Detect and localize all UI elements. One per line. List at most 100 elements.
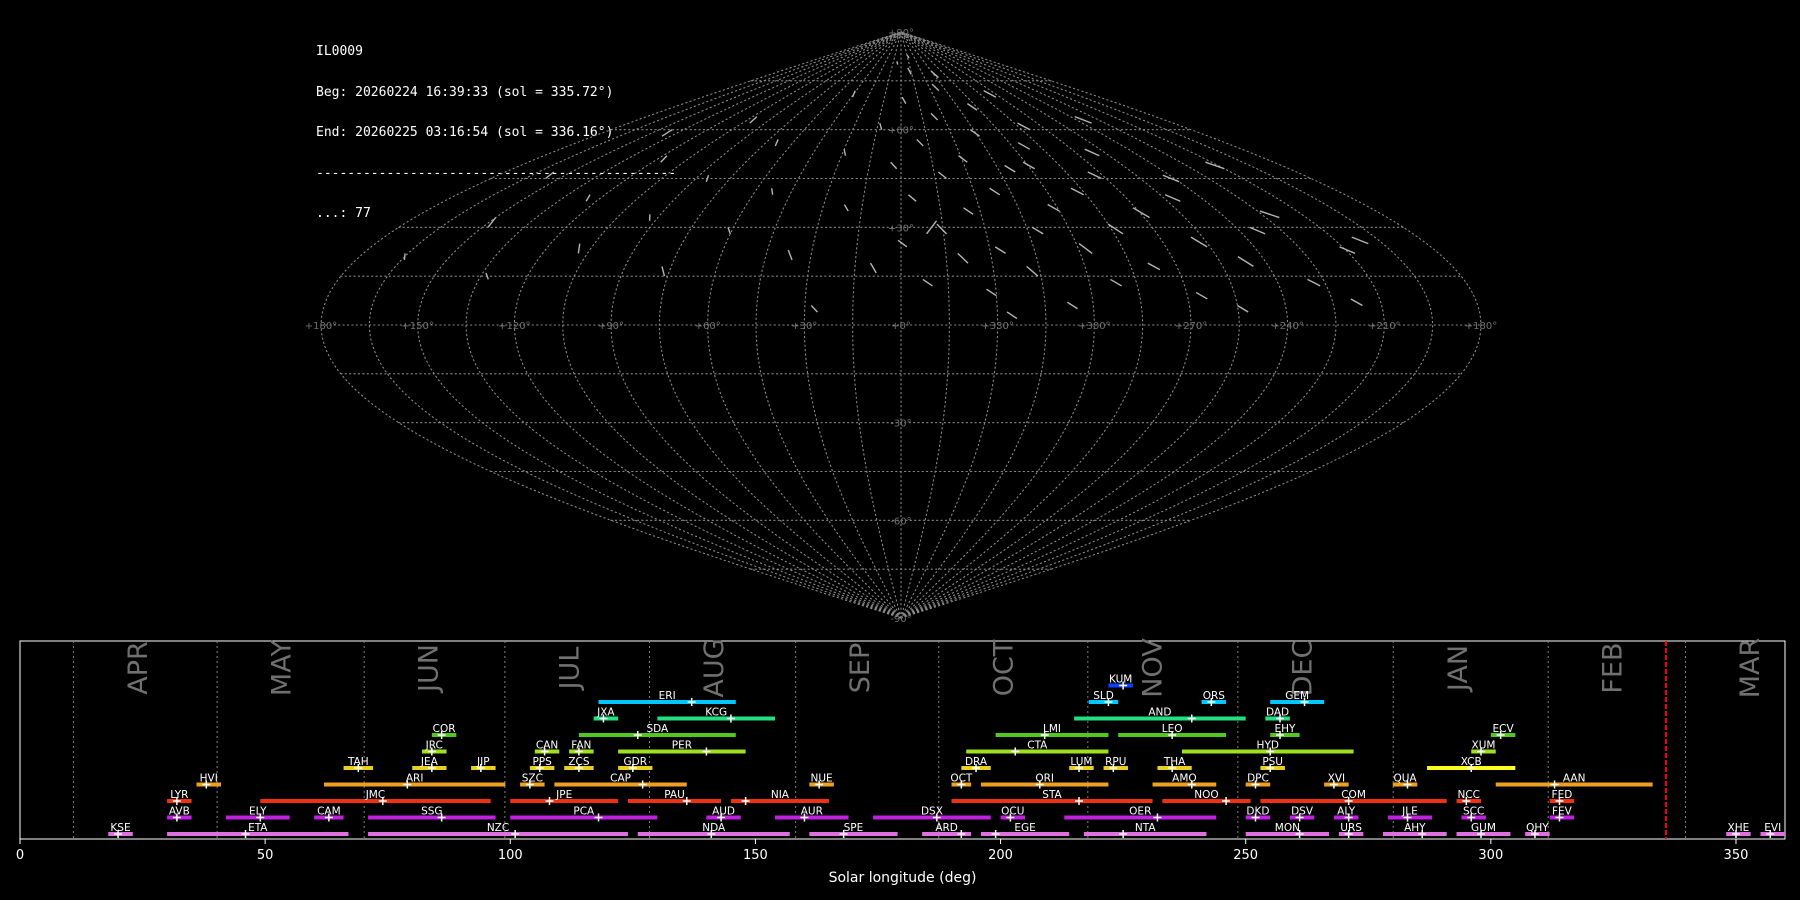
shower-label: KSE <box>110 822 130 834</box>
shower-label: GDR <box>624 756 648 768</box>
month-label: APR <box>123 641 154 695</box>
shower-ori: ORI <box>980 773 1109 789</box>
shower-and: AND <box>1074 707 1246 723</box>
x-tick-label: 50 <box>257 848 274 863</box>
x-tick-label: 250 <box>1233 848 1258 863</box>
shower-lyr: LYR <box>167 789 192 805</box>
shower-jrc: JRC <box>422 740 447 756</box>
shower-label: PAU <box>664 789 685 801</box>
shower-ncc: NCC <box>1456 789 1482 805</box>
month-label: JUN <box>414 644 445 694</box>
shower-label: XHE <box>1728 822 1750 834</box>
shower-hvi: HVI <box>196 773 222 789</box>
shower-label: PER <box>672 740 692 752</box>
shower-fan: FAN <box>569 740 594 756</box>
shower-label: COM <box>1341 789 1366 801</box>
month-label: OCT <box>988 639 1019 696</box>
shower-label: OCU <box>1001 806 1024 818</box>
shower-label: JLE <box>1401 806 1418 818</box>
shower-label: THA <box>1163 756 1186 768</box>
shower-ssg: SSG <box>368 806 496 822</box>
shower-eta: ETA <box>167 822 349 838</box>
shower-label: GEM <box>1285 690 1309 702</box>
shower-label: EGE <box>1014 822 1035 834</box>
x-tick-label: 100 <box>498 848 523 863</box>
shower-label: DSV <box>1291 806 1314 818</box>
shower-label: ARD <box>935 822 958 834</box>
shower-label: STA <box>1042 789 1062 801</box>
shower-xcb: XCB <box>1427 756 1516 772</box>
shower-label: HYD <box>1257 740 1279 752</box>
shower-pca: PCA <box>510 806 658 822</box>
shower-label: KUM <box>1109 674 1132 686</box>
shower-mon: MON <box>1245 822 1330 838</box>
shower-aud: AUD <box>706 806 741 822</box>
shower-jle: JLE <box>1387 806 1432 822</box>
shower-label: RPU <box>1105 756 1126 768</box>
shower-ehy: EHY <box>1270 723 1300 739</box>
shower-label: XUM <box>1472 740 1496 752</box>
shower-bars: KUM ERI SLD ORS GEM JXA KCG AND DAD COR SDA LMI LEO E… <box>108 674 1785 838</box>
shower-amo: AMO <box>1152 773 1217 789</box>
shower-label: ARI <box>406 773 424 785</box>
shower-psu: PSU <box>1260 756 1285 772</box>
shower-label: ORI <box>1035 773 1054 785</box>
shower-sld: SLD <box>1088 690 1119 706</box>
shower-label: NTA <box>1135 822 1156 834</box>
shower-label: LUM <box>1070 756 1092 768</box>
shower-per: PER <box>618 740 746 756</box>
shower-label: SSG <box>421 806 442 818</box>
shower-label: AUD <box>712 806 735 818</box>
month-label: DEC <box>1287 640 1318 697</box>
x-axis-title: Solar longitude (deg) <box>829 870 977 886</box>
shower-label: JEA <box>420 756 439 768</box>
shower-label: ALY <box>1337 806 1356 818</box>
shower-aly: ALY <box>1333 806 1359 822</box>
shower-urs: URS <box>1338 822 1364 838</box>
shower-label: LMI <box>1043 723 1061 735</box>
shower-label: ELY <box>249 806 267 818</box>
shower-label: ETA <box>248 822 268 834</box>
shower-pau: PAU <box>627 789 722 805</box>
shower-label: JPE <box>555 789 572 801</box>
shower-aur: AUR <box>775 806 849 822</box>
shower-label: CAP <box>610 773 631 785</box>
shower-xvi: XVI <box>1324 773 1349 789</box>
shower-ahy: AHY <box>1382 822 1447 838</box>
shower-label: FEV <box>1552 806 1573 818</box>
shower-label: URS <box>1340 822 1362 834</box>
shower-label: KCG <box>705 707 727 719</box>
shower-xum: XUM <box>1471 740 1496 756</box>
shower-tah: TAH <box>343 756 373 772</box>
shower-label: DRA <box>965 756 988 768</box>
shower-pps: PPS <box>529 756 555 772</box>
shower-label: SCC <box>1463 806 1484 818</box>
shower-timeline: APR MAY JUN JUL AUG SEP OCT NOV DEC JAN FEB MAR KUM E… <box>16 638 1786 886</box>
shower-label: AMO <box>1172 773 1197 785</box>
shower-label: TAH <box>347 756 369 768</box>
shower-nia: NIA <box>730 789 829 805</box>
shower-nta: NTA <box>1083 822 1207 838</box>
month-label: FEB <box>1598 642 1629 693</box>
shower-jea: JEA <box>412 756 447 772</box>
shower-label: LYR <box>170 789 188 801</box>
month-label: NOV <box>1137 638 1168 698</box>
shower-jmc: JMC <box>260 789 491 805</box>
shower-label: XCB <box>1461 756 1482 768</box>
shower-dpc: DPC <box>1245 773 1271 789</box>
shower-label: CAM <box>317 806 341 818</box>
shower-label: OER <box>1129 806 1151 818</box>
shower-ecv: ECV <box>1490 723 1516 739</box>
shower-ocu: OCU <box>1000 806 1026 822</box>
shower-label: ORS <box>1203 690 1226 702</box>
shower-cor: COR <box>431 723 457 739</box>
shower-evi: EVI <box>1760 822 1785 838</box>
x-tick-label: 200 <box>988 848 1013 863</box>
shower-jip: JIP <box>471 756 496 772</box>
shower-label: NOO <box>1194 789 1218 801</box>
x-axis: 0 50 100 150 200 250 300 350 Solar longitude (de… <box>16 839 1748 886</box>
shower-label: QHY <box>1526 822 1549 834</box>
shower-aan: AAN <box>1495 773 1653 789</box>
shower-label: AND <box>1148 707 1171 719</box>
shower-dkd: DKD <box>1245 806 1271 822</box>
